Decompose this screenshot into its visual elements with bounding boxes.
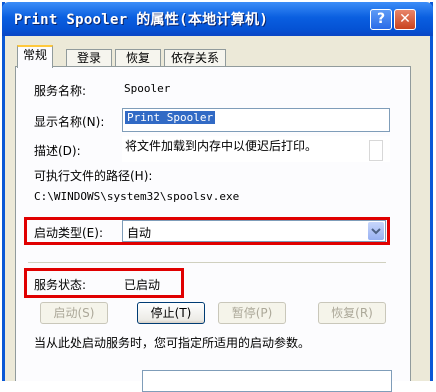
separator [28,262,386,263]
description-field[interactable]: 将文件加载到内存中以便迟后打印。 [122,136,390,162]
resume-button[interactable]: 恢复(R) [318,302,386,324]
display-name-label: 显示名称(N): [34,115,105,129]
pause-button[interactable]: 暂停(P) [218,302,286,324]
tab-recovery[interactable]: 恢复 [115,49,161,67]
stop-button[interactable]: 停止(T) [137,302,205,324]
service-name-label: 服务名称: [34,84,87,98]
close-button[interactable]: ✕ [394,9,416,30]
start-parameters-input[interactable] [142,370,392,392]
description-value: 将文件加载到内存中以便迟后打印。 [125,139,318,153]
service-name-value: Spooler [124,82,171,95]
display-name-value: Print Spooler [125,111,216,124]
startup-type-select[interactable]: 自动 [122,220,386,242]
startup-type-label: 启动类型(E): [34,226,103,240]
service-status-label: 服务状态: [34,278,87,292]
service-status-value: 已启动 [124,278,161,292]
help-button[interactable]: ? [370,9,392,30]
description-scrollbar[interactable] [369,140,383,161]
help-icon: ? [376,11,386,27]
chevron-down-icon[interactable] [368,222,384,240]
exe-path-label: 可执行文件的路径(H): [34,169,153,183]
startup-type-value: 自动 [127,226,152,240]
close-icon: ✕ [399,11,411,27]
tab-general[interactable]: 常规 [17,45,53,68]
start-button[interactable]: 启动(S) [40,302,108,324]
start-parameters-hint: 当从此处启动服务时，您可指定所适用的启动参数。 [34,336,311,350]
display-name-field[interactable]: Print Spooler [122,108,390,132]
exe-path-value: C:\WINDOWS\system32\spoolsv.exe [34,190,240,203]
title-bar[interactable]: Print Spooler 的属性(本地计算机) ? ✕ [2,2,433,36]
tab-logon[interactable]: 登录 [66,49,112,67]
description-label: 描述(D): [34,144,81,158]
properties-dialog: Print Spooler 的属性(本地计算机) ? ✕ 常规 登录 恢复 依存… [0,0,436,392]
tab-dependencies[interactable]: 依存关系 [164,49,226,67]
window-title: Print Spooler 的属性(本地计算机) [14,12,269,28]
